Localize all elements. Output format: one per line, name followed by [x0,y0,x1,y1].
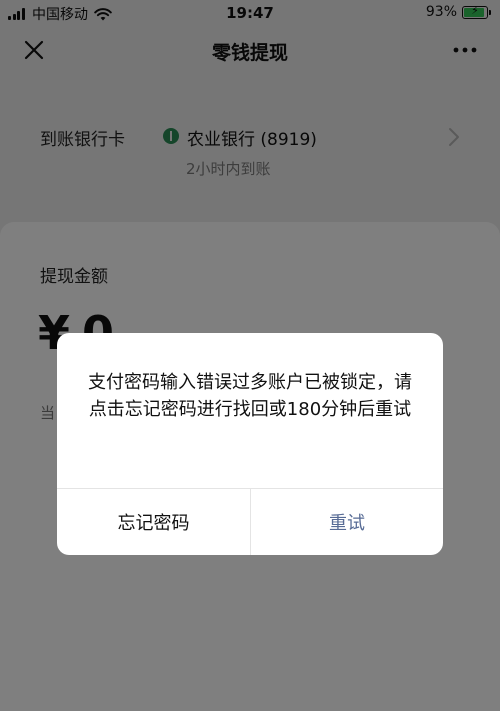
forgot-password-button[interactable]: 忘记密码 [57,489,250,555]
account-locked-dialog: 支付密码输入错误过多账户已被锁定，请点击忘记密码进行找回或180分钟后重试 忘记… [57,333,443,555]
retry-button[interactable]: 重试 [251,489,443,555]
dialog-message: 支付密码输入错误过多账户已被锁定，请点击忘记密码进行找回或180分钟后重试 [88,372,412,420]
